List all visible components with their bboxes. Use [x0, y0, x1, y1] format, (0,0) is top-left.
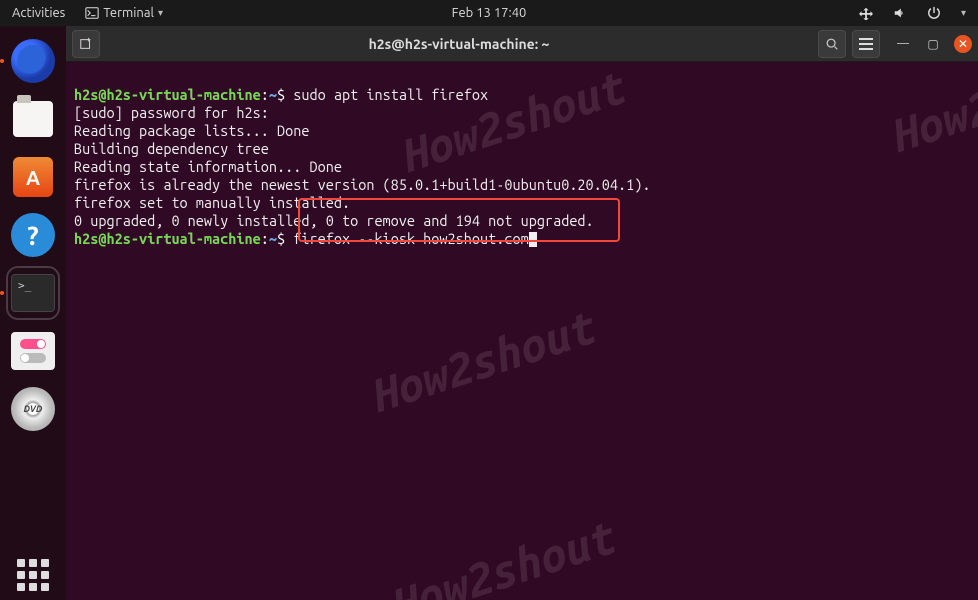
network-icon	[859, 6, 873, 20]
clock-button[interactable]: Feb 13 17:40	[452, 6, 527, 20]
firefox-icon	[11, 39, 55, 83]
terminal-window: h2s@h2s-virtual-machine: ~ — ▢ ✕ h2s@h2s…	[66, 26, 978, 600]
prompt-sigil: $	[277, 86, 285, 103]
dock-tweaks[interactable]	[8, 326, 58, 376]
activities-button[interactable]: Activities	[8, 0, 69, 26]
window-titlebar: h2s@h2s-virtual-machine: ~ — ▢ ✕	[66, 26, 978, 62]
window-title: h2s@h2s-virtual-machine: ~	[106, 36, 812, 52]
dock-firefox[interactable]	[8, 36, 58, 86]
system-menu-chevron-icon[interactable]: ▾	[957, 0, 970, 26]
software-icon	[13, 157, 53, 197]
activities-label: Activities	[12, 6, 65, 20]
dock-dvd[interactable]: DVD	[8, 384, 58, 434]
watermark: How2shout	[369, 317, 595, 406]
new-tab-button[interactable]	[72, 30, 100, 58]
toggle-icon	[11, 332, 55, 370]
watermark: How2shout	[389, 527, 615, 600]
prompt-path: ~	[269, 230, 277, 247]
menu-button[interactable]	[852, 30, 880, 58]
hamburger-icon	[859, 38, 873, 50]
power-indicator[interactable]	[923, 0, 945, 26]
terminal-icon	[11, 274, 55, 312]
dock-files[interactable]	[8, 94, 58, 144]
close-button[interactable]: ✕	[954, 35, 972, 53]
dvd-icon: DVD	[11, 387, 55, 431]
output-line: firefox set to manually installed.	[74, 194, 350, 211]
terminal-cursor	[529, 232, 537, 247]
prompt-sep: :	[261, 86, 269, 103]
clock-label: Feb 13 17:40	[452, 6, 527, 20]
prompt-user-host: h2s@h2s-virtual-machine	[74, 230, 261, 247]
search-button[interactable]	[818, 30, 846, 58]
output-line: Reading state information... Done	[74, 158, 342, 175]
prompt-user-host: h2s@h2s-virtual-machine	[74, 86, 261, 103]
files-icon	[13, 101, 53, 137]
new-tab-icon	[79, 37, 93, 51]
volume-icon	[893, 6, 907, 20]
dock-software[interactable]	[8, 152, 58, 202]
command-2: firefox --kiosk how2shout.com	[293, 230, 528, 247]
terminal-body[interactable]: h2s@h2s-virtual-machine:~$ sudo apt inst…	[66, 62, 978, 600]
maximize-button[interactable]: ▢	[924, 35, 942, 53]
dock-help[interactable]: ?	[8, 210, 58, 260]
app-menu-button[interactable]: Terminal ▾	[81, 0, 167, 26]
terminal-app-icon	[85, 6, 99, 20]
watermark: How2shout	[889, 62, 978, 145]
dock: ? DVD	[0, 26, 66, 600]
output-line: [sudo] password for h2s:	[74, 104, 269, 121]
dock-terminal[interactable]	[8, 268, 58, 318]
output-line: 0 upgraded, 0 newly installed, 0 to remo…	[74, 212, 594, 229]
output-line: firefox is already the newest version (8…	[74, 176, 651, 193]
volume-indicator[interactable]	[889, 0, 911, 26]
network-indicator[interactable]	[855, 0, 877, 26]
apps-grid-icon	[13, 555, 53, 595]
prompt-path: ~	[269, 86, 277, 103]
window-controls: — ▢ ✕	[894, 35, 972, 53]
search-icon	[825, 37, 839, 51]
gnome-top-panel: Activities Terminal ▾ Feb 13 17:40 ▾	[0, 0, 978, 26]
output-line: Reading package lists... Done	[74, 122, 309, 139]
minimize-button[interactable]: —	[894, 35, 912, 53]
prompt-sigil: $	[277, 230, 285, 247]
app-menu-label: Terminal	[103, 6, 154, 20]
chevron-down-icon: ▾	[158, 7, 163, 19]
output-line: Building dependency tree	[74, 140, 269, 157]
help-icon: ?	[11, 213, 55, 257]
power-icon	[927, 6, 941, 20]
prompt-sep: :	[261, 230, 269, 247]
show-applications-button[interactable]	[8, 550, 58, 600]
command-1: sudo apt install firefox	[293, 86, 488, 103]
